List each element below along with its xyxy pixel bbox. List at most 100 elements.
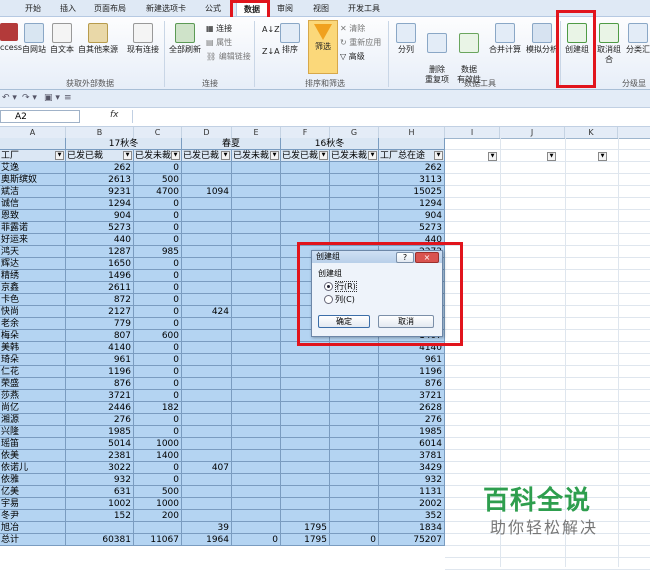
value-cell[interactable]: 1985	[66, 426, 134, 438]
tab-developer[interactable]: 开发工具	[342, 2, 386, 15]
table-header-cell[interactable]: 工厂 ▼	[0, 150, 66, 162]
value-cell[interactable]	[134, 522, 182, 534]
value-cell[interactable]: 152	[66, 510, 134, 522]
fx-icon[interactable]: fx	[110, 110, 119, 120]
value-cell[interactable]	[182, 294, 232, 306]
value-cell[interactable]	[232, 270, 281, 282]
what-if-analysis-button[interactable]: 模拟分析	[524, 23, 560, 55]
value-cell[interactable]: 961	[66, 354, 134, 366]
value-cell[interactable]	[281, 438, 330, 450]
factory-name-cell[interactable]: 快尚	[0, 306, 66, 318]
value-cell[interactable]	[232, 354, 281, 366]
value-cell[interactable]	[182, 270, 232, 282]
season-header[interactable]: 16秋冬	[281, 138, 379, 150]
value-cell[interactable]	[330, 414, 379, 426]
tab-view[interactable]: 视图	[308, 2, 334, 15]
value-cell[interactable]: 1002	[66, 498, 134, 510]
value-cell[interactable]	[232, 522, 281, 534]
column-header-d[interactable]: D	[182, 127, 232, 138]
value-cell[interactable]	[232, 210, 281, 222]
value-cell[interactable]	[232, 330, 281, 342]
existing-connections-button[interactable]: 现有连接	[124, 23, 162, 55]
factory-name-cell[interactable]: 尚亿	[0, 402, 66, 414]
filter-dropdown-icon[interactable]: ▼	[123, 151, 132, 160]
tab-page-layout[interactable]: 页面布局	[90, 2, 130, 15]
sort-button[interactable]: 排序	[278, 23, 302, 55]
factory-name-cell[interactable]: 莎燕	[0, 390, 66, 402]
value-cell[interactable]: 904	[379, 210, 445, 222]
value-cell[interactable]	[330, 198, 379, 210]
factory-name-cell[interactable]: 京鑫	[0, 282, 66, 294]
factory-name-cell[interactable]: 宇易	[0, 498, 66, 510]
value-cell[interactable]: 872	[66, 294, 134, 306]
reapply-button[interactable]: ↻ 重新应用	[340, 37, 381, 48]
value-cell[interactable]	[281, 414, 330, 426]
value-cell[interactable]: 1196	[379, 366, 445, 378]
value-cell[interactable]	[330, 210, 379, 222]
value-cell[interactable]: 276	[66, 414, 134, 426]
value-cell[interactable]: 182	[134, 402, 182, 414]
value-cell[interactable]: 0	[134, 414, 182, 426]
value-cell[interactable]: 262	[379, 162, 445, 174]
value-cell[interactable]: 2127	[66, 306, 134, 318]
filter-dropdown-icon[interactable]: ▼	[368, 151, 377, 160]
name-box[interactable]: A2	[0, 110, 80, 123]
value-cell[interactable]: 60381	[66, 534, 134, 546]
value-cell[interactable]	[232, 390, 281, 402]
value-cell[interactable]	[182, 174, 232, 186]
tab-new[interactable]: 新建选项卡	[140, 2, 192, 15]
advanced-filter-button[interactable]: ▽ 高级	[340, 51, 365, 62]
value-cell[interactable]: 3429	[379, 462, 445, 474]
value-cell[interactable]: 904	[66, 210, 134, 222]
column-header-j[interactable]: J	[500, 127, 565, 138]
value-cell[interactable]: 1400	[134, 450, 182, 462]
from-other-sources-button[interactable]: 自其他来源	[76, 23, 120, 55]
value-cell[interactable]	[330, 402, 379, 414]
tab-formulas[interactable]: 公式	[200, 2, 226, 15]
value-cell[interactable]	[182, 414, 232, 426]
table-header-cell[interactable]: 已发已裁 ▼	[66, 150, 134, 162]
value-cell[interactable]	[330, 438, 379, 450]
value-cell[interactable]: 0	[134, 162, 182, 174]
value-cell[interactable]	[281, 210, 330, 222]
value-cell[interactable]: 0	[134, 234, 182, 246]
value-cell[interactable]: 500	[134, 174, 182, 186]
value-cell[interactable]	[232, 426, 281, 438]
value-cell[interactable]: 9231	[66, 186, 134, 198]
table-header-cell[interactable]: 已发未裁 ▼	[134, 150, 182, 162]
value-cell[interactable]: 932	[66, 474, 134, 486]
value-cell[interactable]: 440	[66, 234, 134, 246]
value-cell[interactable]: 352	[379, 510, 445, 522]
value-cell[interactable]	[281, 354, 330, 366]
value-cell[interactable]	[182, 198, 232, 210]
value-cell[interactable]: 407	[182, 462, 232, 474]
value-cell[interactable]	[330, 366, 379, 378]
value-cell[interactable]: 276	[379, 414, 445, 426]
filter-dropdown-icon[interactable]: ▼	[221, 151, 230, 160]
value-cell[interactable]: 985	[134, 246, 182, 258]
value-cell[interactable]	[330, 186, 379, 198]
value-cell[interactable]	[281, 378, 330, 390]
factory-name-cell[interactable]: 荣盛	[0, 378, 66, 390]
season-header[interactable]: 17秋冬	[66, 138, 182, 150]
factory-name-cell[interactable]: 旭冶	[0, 522, 66, 534]
value-cell[interactable]	[182, 402, 232, 414]
value-cell[interactable]	[330, 498, 379, 510]
value-cell[interactable]	[182, 282, 232, 294]
column-header-b[interactable]: B	[66, 127, 134, 138]
value-cell[interactable]	[232, 402, 281, 414]
value-cell[interactable]: 5014	[66, 438, 134, 450]
value-cell[interactable]: 0	[134, 342, 182, 354]
filter-dropdown-icon[interactable]: ▼	[319, 151, 328, 160]
value-cell[interactable]	[232, 498, 281, 510]
value-cell[interactable]: 0	[134, 294, 182, 306]
season-header[interactable]: 春夏	[182, 138, 281, 150]
value-cell[interactable]: 424	[182, 306, 232, 318]
column-header-g[interactable]: G	[330, 127, 379, 138]
factory-name-cell[interactable]: 冬尹	[0, 510, 66, 522]
value-cell[interactable]	[182, 450, 232, 462]
value-cell[interactable]	[281, 390, 330, 402]
factory-name-cell[interactable]: 依美	[0, 450, 66, 462]
value-cell[interactable]	[182, 318, 232, 330]
column-header-k[interactable]: K	[565, 127, 618, 138]
